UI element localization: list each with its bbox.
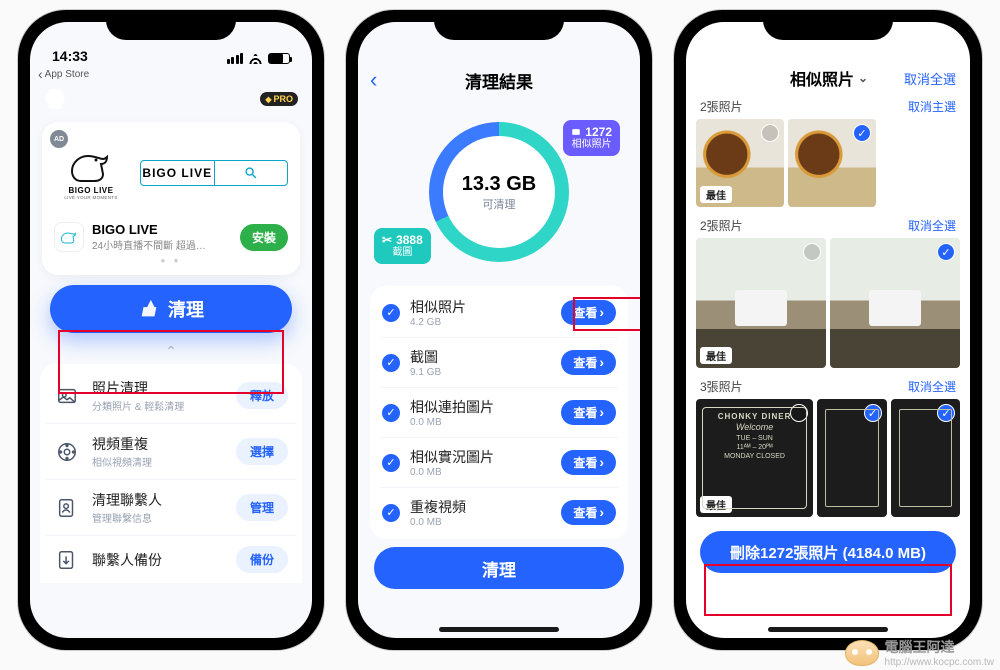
ad-app-sub: 24小時直播不間斷 超過… — [92, 237, 232, 252]
cellular-icon — [227, 53, 244, 64]
select-circle-on[interactable]: ✓ — [937, 404, 955, 422]
checkbox-on-icon[interactable]: ✓ — [382, 304, 400, 322]
select-circle[interactable] — [761, 124, 779, 142]
select-circle[interactable] — [803, 243, 821, 261]
checkbox-on-icon[interactable]: ✓ — [382, 504, 400, 522]
action-pill[interactable]: 釋放 — [236, 382, 288, 409]
delete-button[interactable]: 刪除1272張照片 (4184.0 MB) — [700, 531, 956, 573]
settings-hex-icon[interactable] — [44, 88, 66, 110]
view-button[interactable]: 查看 — [561, 400, 616, 425]
photo-thumb[interactable]: ✓ — [830, 238, 960, 368]
menu-item-videos[interactable]: 視頻重複相似視頻清理 選擇 — [46, 424, 296, 480]
action-pill[interactable]: 選擇 — [236, 438, 288, 465]
category-row[interactable]: ✓ 重複視頻0.0 MB 查看 — [380, 488, 618, 537]
photo-thumb[interactable]: 最佳 — [696, 119, 784, 207]
cleanup-categories: ✓ 相似照片4.2 GB 查看 ✓ 截圖9.1 GB 查看 ✓ 相似連拍圖片0.… — [370, 286, 628, 539]
menu-item-backup[interactable]: 聯繫人備份 備份 — [46, 536, 296, 583]
deselect-group[interactable]: 取消全選 — [908, 378, 956, 395]
ad-tag-icon: AD — [50, 130, 68, 148]
select-circle-on[interactable]: ✓ — [937, 243, 955, 261]
checkbox-on-icon[interactable]: ✓ — [382, 404, 400, 422]
photo-group: 3張照片取消全選 最佳 CHONKY DINERWelcomeTUE – SUN… — [686, 374, 970, 523]
photo-thumb[interactable]: ✓ — [817, 399, 886, 517]
ad-app-icon — [54, 222, 84, 252]
search-icon — [214, 161, 288, 185]
ad-card: AD BIGO LIVE LIVE YOUR MOMENTS BIGO LIVE — [42, 122, 300, 275]
ad-search-box[interactable]: BIGO LIVE — [140, 160, 288, 186]
view-button[interactable]: 查看 — [561, 350, 616, 375]
category-row[interactable]: ✓ 相似連拍圖片0.0 MB 查看 — [380, 388, 618, 438]
category-row[interactable]: ✓ 截圖9.1 GB 查看 — [380, 338, 618, 388]
deselect-group[interactable]: 取消主選 — [908, 98, 956, 115]
clean-button[interactable]: 清理 — [50, 285, 292, 333]
ad-logo: BIGO LIVE LIVE YOUR MOMENTS — [54, 136, 128, 210]
battery-icon — [268, 53, 290, 64]
photo-thumb[interactable]: 最佳 — [696, 238, 826, 368]
phone-1: 14:33 App Store PRO AD BIGO LIVE — [18, 10, 324, 650]
carousel-dots: ● ● — [54, 256, 288, 265]
wifi-icon — [248, 53, 263, 64]
donut-tag-screenshots: ✂ 3888 截圖 — [374, 228, 431, 264]
donut-tag-similar: 1272 相似照片 — [563, 120, 620, 156]
photo-thumb[interactable]: ✓ — [891, 399, 960, 517]
chevron-up-icon[interactable]: ⌃ — [30, 343, 312, 360]
action-pill[interactable]: 備份 — [236, 546, 288, 573]
home-indicator[interactable] — [768, 627, 888, 632]
video-icon — [54, 439, 80, 465]
feature-menu: 照片清理分類照片 & 輕鬆清理 釋放 視頻重複相似視頻清理 選擇 清理聯繫人管理… — [40, 364, 302, 583]
broom-icon — [138, 298, 160, 320]
select-circle-on[interactable]: ✓ — [864, 404, 882, 422]
photo-thumb[interactable]: ✓ — [788, 119, 876, 207]
page-title[interactable]: 相似照片 — [790, 66, 868, 90]
photo-group: 2張照片取消主選 最佳 ✓ — [686, 94, 970, 213]
deselect-all-button[interactable]: 取消全選 — [904, 69, 956, 88]
clean-button[interactable]: 清理 — [374, 547, 624, 589]
deselect-group[interactable]: 取消全選 — [908, 217, 956, 234]
breadcrumb[interactable]: App Store — [30, 66, 312, 82]
phone-2: ‹ 清理結果 1272 相似照片 13.3 GB 可清理 ✂ 3888 截圖 — [346, 10, 652, 650]
pro-badge[interactable]: PRO — [260, 92, 298, 106]
watermark: 電腦王阿達 http://www.kocpc.com.tw — [845, 637, 994, 668]
view-button[interactable]: 查看 — [561, 300, 616, 325]
clock: 14:33 — [52, 48, 88, 64]
photo-icon — [54, 383, 80, 409]
photo-thumb[interactable]: 最佳 CHONKY DINERWelcomeTUE – SUN11ᴬᴹ – 20… — [696, 399, 813, 517]
backup-icon — [54, 547, 80, 573]
watermark-logo — [845, 640, 879, 666]
phone-3: 相似照片 取消全選 2張照片取消主選 最佳 ✓ 2張照片取消全選 最佳 ✓ — [674, 10, 982, 650]
category-row[interactable]: ✓ 相似照片4.2 GB 查看 — [380, 288, 618, 338]
checkbox-on-icon[interactable]: ✓ — [382, 354, 400, 372]
page-title: 清理結果 — [465, 68, 533, 93]
checkbox-on-icon[interactable]: ✓ — [382, 454, 400, 472]
category-row[interactable]: ✓ 相似實況圖片0.0 MB 查看 — [380, 438, 618, 488]
photo-group: 2張照片取消全選 最佳 ✓ — [686, 213, 970, 374]
contacts-icon — [54, 495, 80, 521]
view-button[interactable]: 查看 — [561, 500, 616, 525]
menu-item-contacts[interactable]: 清理聯繫人管理聯繫信息 管理 — [46, 480, 296, 536]
view-button[interactable]: 查看 — [561, 450, 616, 475]
install-button[interactable]: 安裝 — [240, 224, 288, 251]
action-pill[interactable]: 管理 — [236, 494, 288, 521]
ad-app-name: BIGO LIVE — [92, 222, 232, 237]
menu-item-photos[interactable]: 照片清理分類照片 & 輕鬆清理 釋放 — [46, 368, 296, 424]
home-indicator[interactable] — [439, 627, 559, 632]
back-button[interactable]: ‹ — [370, 67, 377, 93]
storage-donut: 1272 相似照片 13.3 GB 可清理 ✂ 3888 截圖 — [358, 102, 640, 282]
select-circle-on[interactable]: ✓ — [853, 124, 871, 142]
